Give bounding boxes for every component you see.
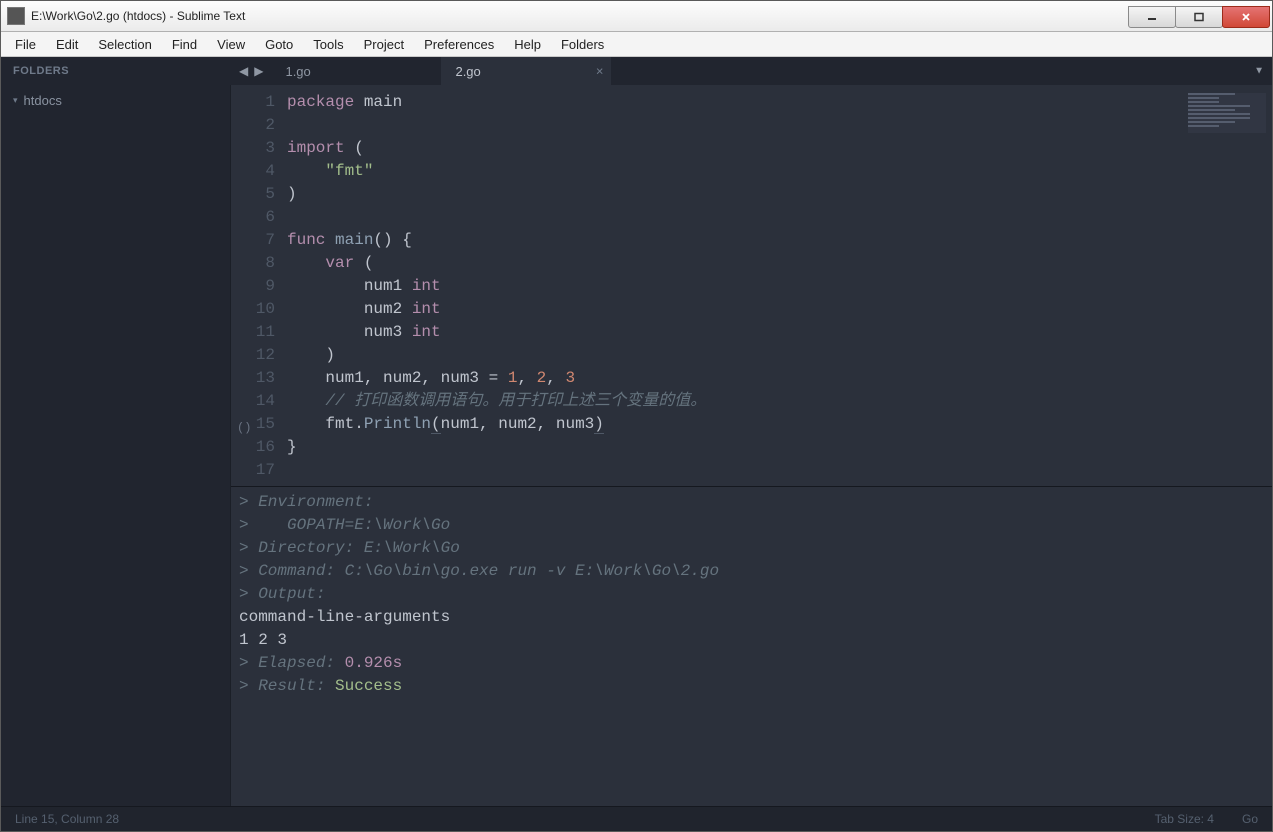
menu-edit[interactable]: Edit — [46, 34, 88, 55]
line-number: 12 — [231, 344, 275, 367]
output-line: > Command: C:\Go\bin\go.exe run -v E:\Wo… — [239, 560, 1264, 583]
code-line: num3 int — [287, 321, 1182, 344]
line-number: 11 — [231, 321, 275, 344]
line-number: 17 — [231, 459, 275, 482]
tab-overflow-icon[interactable]: ▼ — [1254, 66, 1264, 77]
code-line — [287, 114, 1182, 137]
menu-tools[interactable]: Tools — [303, 34, 353, 55]
line-gutter: 1234567891011121314()151617 — [231, 85, 287, 486]
tab-close-icon[interactable]: × — [596, 64, 604, 79]
output-line: > Output: — [239, 583, 1264, 606]
nav-back-icon[interactable]: ◀ — [237, 62, 250, 80]
output-line: > Directory: E:\Work\Go — [239, 537, 1264, 560]
build-output-panel[interactable]: > Environment:> GOPATH=E:\Work\Go> Direc… — [231, 486, 1272, 806]
sidebar-header: FOLDERS — [1, 57, 231, 85]
status-syntax[interactable]: Go — [1242, 812, 1258, 826]
tab-1-go[interactable]: 1.go — [271, 57, 441, 85]
nav-forward-icon[interactable]: ▶ — [252, 62, 265, 80]
line-number: 3 — [231, 137, 275, 160]
output-line: > Elapsed: 0.926s — [239, 652, 1264, 675]
chevron-down-icon: ▾ — [13, 95, 18, 106]
minimap[interactable] — [1182, 85, 1272, 486]
app-icon — [7, 7, 25, 25]
menu-help[interactable]: Help — [504, 34, 551, 55]
code-line: num1, num2, num3 = 1, 2, 3 — [287, 367, 1182, 390]
code-line: } — [287, 436, 1182, 459]
titlebar-left: E:\Work\Go\2.go (htdocs) - Sublime Text — [1, 7, 245, 25]
maximize-button[interactable] — [1175, 6, 1223, 28]
statusbar: Line 15, Column 28 Tab Size: 4 Go — [1, 806, 1272, 831]
status-tab-size[interactable]: Tab Size: 4 — [1155, 812, 1214, 826]
line-number: 10 — [231, 298, 275, 321]
output-line: > Environment: — [239, 491, 1264, 514]
output-line: > GOPATH=E:\Work\Go — [239, 514, 1264, 537]
menu-preferences[interactable]: Preferences — [414, 34, 504, 55]
code-line: package main — [287, 91, 1182, 114]
code-line — [287, 206, 1182, 229]
minimize-icon — [1146, 12, 1158, 22]
window-buttons — [1129, 6, 1270, 26]
line-number: 13 — [231, 367, 275, 390]
tab-history-nav: ◀ ▶ — [231, 57, 271, 85]
menu-find[interactable]: Find — [162, 34, 207, 55]
minimap-thumb — [1188, 93, 1266, 133]
maximize-icon — [1193, 12, 1205, 22]
menu-project[interactable]: Project — [354, 34, 414, 55]
code-line: func main() { — [287, 229, 1182, 252]
line-number: 2 — [231, 114, 275, 137]
code-line: ) — [287, 344, 1182, 367]
output-line: command-line-arguments — [239, 606, 1264, 629]
code-line: fmt.Println(num1, num2, num3) — [287, 413, 1182, 436]
line-number: 8 — [231, 252, 275, 275]
sidebar: ▾ htdocs — [1, 85, 231, 806]
line-number: 4 — [231, 160, 275, 183]
tabstrip: FOLDERS ◀ ▶ 1.go 2.go × ▼ — [1, 57, 1272, 85]
code-line: ) — [287, 183, 1182, 206]
tab-2-go[interactable]: 2.go × — [441, 57, 611, 85]
minimize-button[interactable] — [1128, 6, 1176, 28]
status-right: Tab Size: 4 Go — [1155, 812, 1258, 826]
menu-file[interactable]: File — [5, 34, 46, 55]
tabs-container: 1.go 2.go × — [271, 57, 611, 85]
main-area: ▾ htdocs 1234567891011121314()151617 pac… — [1, 85, 1272, 806]
gutter-bracket-mark: () — [237, 417, 251, 440]
code-line: num1 int — [287, 275, 1182, 298]
menubar: FileEditSelectionFindViewGotoToolsProjec… — [1, 32, 1272, 57]
line-number: 7 — [231, 229, 275, 252]
code-line: // 打印函数调用语句。用于打印上述三个变量的值。 — [287, 390, 1182, 413]
code-line: "fmt" — [287, 160, 1182, 183]
folder-root[interactable]: ▾ htdocs — [1, 91, 230, 110]
menu-goto[interactable]: Goto — [255, 34, 303, 55]
code-line: var ( — [287, 252, 1182, 275]
line-number: 1 — [231, 91, 275, 114]
tab-label: 1.go — [285, 64, 310, 79]
code-line: import ( — [287, 137, 1182, 160]
line-number: 5 — [231, 183, 275, 206]
close-button[interactable] — [1222, 6, 1270, 28]
code-line — [287, 459, 1182, 482]
line-number: 9 — [231, 275, 275, 298]
close-icon — [1240, 12, 1252, 22]
app-window: E:\Work\Go\2.go (htdocs) - Sublime Text … — [0, 0, 1273, 832]
output-line: > Result: Success — [239, 675, 1264, 698]
menu-selection[interactable]: Selection — [88, 34, 161, 55]
output-line: 1 2 3 — [239, 629, 1264, 652]
titlebar: E:\Work\Go\2.go (htdocs) - Sublime Text — [1, 1, 1272, 32]
line-number: 6 — [231, 206, 275, 229]
line-number: 14 — [231, 390, 275, 413]
tab-label: 2.go — [455, 64, 480, 79]
code-area[interactable]: package main import ( "fmt") func main()… — [287, 85, 1182, 486]
editor-wrap: 1234567891011121314()151617 package main… — [231, 85, 1272, 806]
menu-view[interactable]: View — [207, 34, 255, 55]
window-title: E:\Work\Go\2.go (htdocs) - Sublime Text — [31, 9, 245, 23]
folder-root-label: htdocs — [24, 93, 62, 108]
code-line: num2 int — [287, 298, 1182, 321]
status-cursor-position[interactable]: Line 15, Column 28 — [15, 812, 119, 826]
code-editor[interactable]: 1234567891011121314()151617 package main… — [231, 85, 1272, 486]
menu-folders[interactable]: Folders — [551, 34, 614, 55]
